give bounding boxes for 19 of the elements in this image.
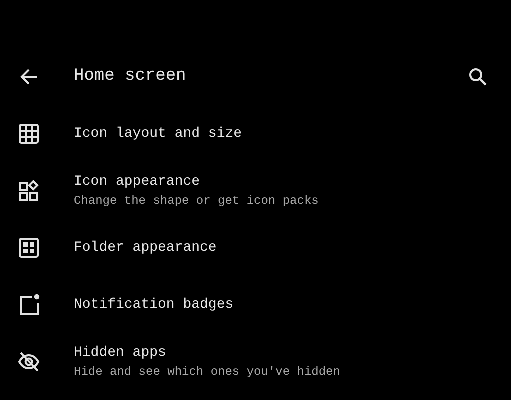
item-title: Icon appearance <box>74 172 200 190</box>
settings-item[interactable]: Icon layout and size <box>0 105 511 162</box>
eye-off-icon <box>18 350 40 372</box>
item-subtitle: Hide and see which ones you've hidden <box>74 364 340 380</box>
item-subtitle: Change the shape or get icon packs <box>74 194 319 208</box>
screen-title: Home screen <box>74 67 188 86</box>
settings-item[interactable]: Icon appearance Change the shape or get icon packs <box>0 162 511 219</box>
search-button[interactable] <box>467 66 489 88</box>
item-title: Hidden apps <box>74 344 166 362</box>
shapes-icon <box>18 180 40 202</box>
settings-item[interactable]: Folder appearance <box>0 219 511 276</box>
item-title: Icon layout and size <box>74 124 242 142</box>
item-title: Notification badges <box>74 296 234 314</box>
settings-item[interactable]: Hidden apps Hide and see which ones you've hidden <box>0 333 511 390</box>
item-title: Folder appearance <box>74 238 217 256</box>
settings-item[interactable]: Notification badges <box>0 276 511 333</box>
folder-grid-icon <box>18 236 40 258</box>
badge-icon <box>18 294 40 316</box>
grid-icon <box>18 122 40 144</box>
